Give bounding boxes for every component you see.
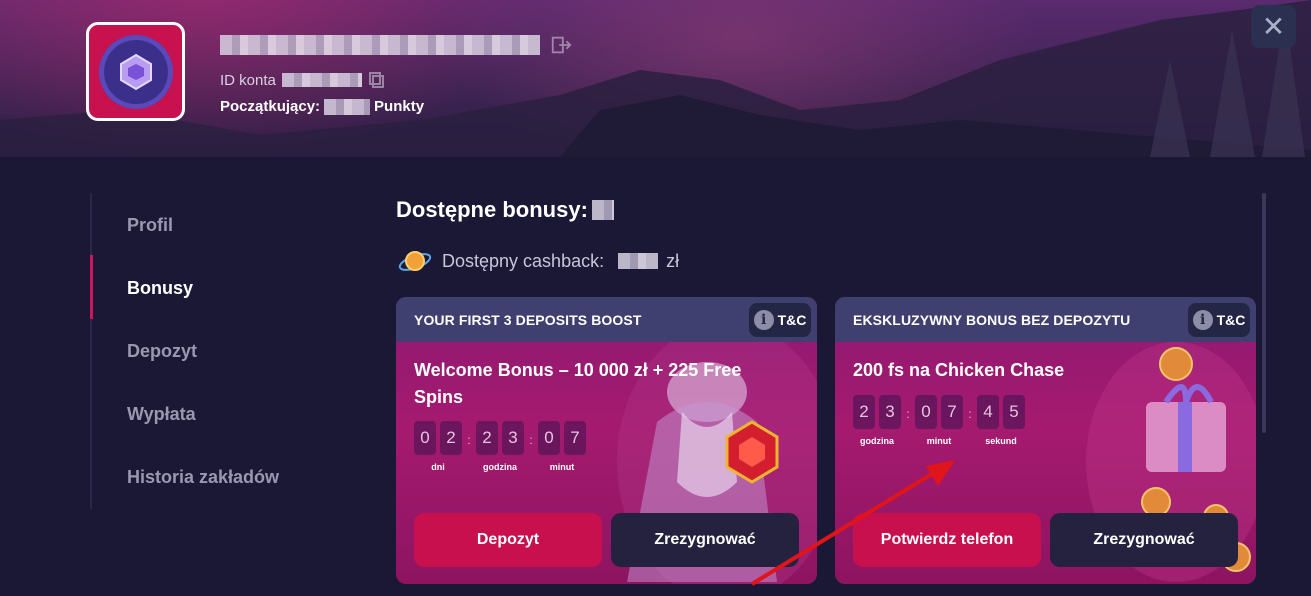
- cashback-currency: zł: [666, 250, 680, 271]
- decline-button[interactable]: Zrezygnować: [611, 513, 799, 567]
- bonus-card-header: EKSKLUZYWNY BONUS BEZ DEPOZYTU i T&C: [835, 297, 1256, 342]
- sidebar-item-bonusy[interactable]: Bonusy: [127, 278, 193, 299]
- timer-label: minut: [926, 436, 952, 446]
- gem-icon: [119, 53, 152, 90]
- timer-minutes: 0 7 minut: [538, 421, 586, 472]
- page-title: Dostępne bonusy:: [396, 197, 614, 223]
- cashback-amount-redacted: [618, 253, 659, 269]
- timer-seconds: 4 5 sekund: [977, 395, 1025, 446]
- bonus-count-redacted: [591, 200, 614, 220]
- bonus-title: 200 fs na Chicken Chase: [853, 360, 1065, 380]
- terms-label: T&C: [777, 311, 807, 328]
- avatar[interactable]: [86, 22, 185, 121]
- countdown-timer: 0 2 dni : 2 3 godzina : 0 7 minut: [414, 421, 586, 472]
- bonus-card: YOUR FIRST 3 DEPOSITS BOOST i T&C Welcom…: [396, 297, 817, 584]
- header-background-art: [0, 0, 1311, 157]
- copy-icon[interactable]: [368, 71, 386, 89]
- terms-button[interactable]: i T&C: [749, 302, 811, 337]
- timer-digit: 0: [915, 395, 937, 429]
- timer-digit: 5: [1003, 395, 1025, 429]
- timer-digit: 0: [538, 421, 560, 455]
- account-id-label: ID konta: [220, 71, 276, 89]
- terms-button[interactable]: i T&C: [1188, 302, 1250, 337]
- bonus-card: EKSKLUZYWNY BONUS BEZ DEPOZYTU i T&C 200…: [835, 297, 1256, 584]
- timer-separator: :: [529, 433, 533, 447]
- account-id-row: ID konta: [220, 71, 386, 89]
- timer-digit: 7: [941, 395, 963, 429]
- confirm-phone-button[interactable]: Potwierdz telefon: [853, 513, 1041, 567]
- sidebar-item-historia-zakladow[interactable]: Historia zakładów: [127, 467, 279, 488]
- info-icon: i: [1192, 309, 1213, 330]
- sidebar-item-profil[interactable]: Profil: [127, 215, 173, 236]
- timer-label: minut: [549, 462, 575, 472]
- close-icon: ✕: [1261, 10, 1286, 42]
- close-button[interactable]: ✕: [1251, 5, 1296, 48]
- active-nav-indicator: [90, 255, 93, 319]
- bonus-title: Welcome Bonus – 10 000 zł + 225 Free Spi…: [414, 360, 742, 407]
- timer-digit: 2: [476, 421, 498, 455]
- avatar-ring: [98, 34, 173, 109]
- account-id-redacted: [281, 73, 362, 87]
- cashback-label: Dostępny cashback:: [442, 250, 605, 271]
- timer-digit: 7: [564, 421, 586, 455]
- countdown-timer: 2 3 godzina : 0 7 minut : 4 5 sekund: [853, 395, 1025, 446]
- logout-icon[interactable]: [550, 34, 572, 56]
- level-row: Początkujący: Punkty: [220, 98, 424, 115]
- timer-digit: 2: [440, 421, 462, 455]
- username-row: [220, 33, 572, 57]
- username-redacted: [220, 35, 540, 55]
- bonus-card-header: YOUR FIRST 3 DEPOSITS BOOST i T&C: [396, 297, 817, 342]
- timer-days: 0 2 dni: [414, 421, 462, 472]
- bonus-card-category: EKSKLUZYWNY BONUS BEZ DEPOZYTU: [853, 311, 1131, 328]
- timer-digit: 3: [502, 421, 524, 455]
- timer-digit: 3: [879, 395, 901, 429]
- timer-digit: 4: [977, 395, 999, 429]
- timer-separator: :: [968, 407, 972, 421]
- scrollbar[interactable]: [1262, 193, 1266, 433]
- timer-label: godzina: [860, 436, 894, 446]
- decline-button[interactable]: Zrezygnować: [1050, 513, 1238, 567]
- cashback-row: Dostępny cashback: zł: [396, 247, 679, 275]
- timer-label: godzina: [483, 462, 517, 472]
- timer-separator: :: [467, 433, 471, 447]
- level-label: Początkujący:: [220, 98, 321, 115]
- sidebar-item-depozyt[interactable]: Depozyt: [127, 341, 197, 362]
- timer-digit: 0: [414, 421, 436, 455]
- timer-minutes: 0 7 minut: [915, 395, 963, 446]
- deposit-button[interactable]: Depozyt: [414, 513, 602, 567]
- profile-header: ID konta Początkujący: Punkty: [0, 0, 1311, 157]
- bonus-card-category: YOUR FIRST 3 DEPOSITS BOOST: [414, 311, 642, 328]
- sidebar-item-wyplata[interactable]: Wypłata: [127, 404, 196, 425]
- timer-separator: :: [906, 407, 910, 421]
- cashback-coin-icon: [398, 251, 432, 271]
- page-title-text: Dostępne bonusy:: [396, 197, 588, 222]
- timer-hours: 2 3 godzina: [476, 421, 524, 472]
- timer-hours: 2 3 godzina: [853, 395, 901, 446]
- info-icon: i: [753, 309, 774, 330]
- points-redacted: [324, 98, 371, 115]
- points-label: Punkty: [374, 98, 425, 115]
- timer-digit: 2: [853, 395, 875, 429]
- timer-label: dni: [431, 462, 445, 472]
- terms-label: T&C: [1216, 311, 1246, 328]
- sidebar-nav: Profil Bonusy Depozyt Wypłata Historia z…: [90, 193, 290, 509]
- timer-label: sekund: [985, 436, 1017, 446]
